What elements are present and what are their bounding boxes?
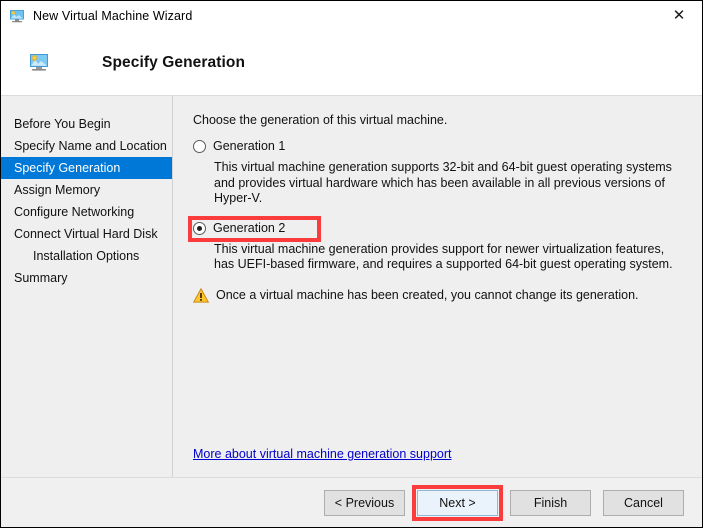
sidebar-item-assign-memory[interactable]: Assign Memory xyxy=(1,179,172,201)
next-button[interactable]: Next > xyxy=(417,490,498,516)
wizard-content-panel: Choose the generation of this virtual ma… xyxy=(173,96,702,477)
generation-2-option: Generation 2 This virtual machine genera… xyxy=(193,220,702,273)
sidebar-item-summary[interactable]: Summary xyxy=(1,267,172,289)
virtual-machine-icon xyxy=(9,8,25,24)
sidebar-item-specify-generation[interactable]: Specify Generation xyxy=(1,157,172,179)
previous-button[interactable]: < Previous xyxy=(324,490,405,516)
generation-2-description: This virtual machine generation provides… xyxy=(214,242,684,273)
window-title: New Virtual Machine Wizard xyxy=(33,9,192,23)
radio-generation-1[interactable] xyxy=(193,140,206,153)
title-bar: New Virtual Machine Wizard ✕ xyxy=(1,1,702,30)
warning-text: Once a virtual machine has been created,… xyxy=(216,287,639,303)
generation-2-radio-row[interactable]: Generation 2 xyxy=(193,220,702,239)
wizard-body: Before You Begin Specify Name and Locati… xyxy=(1,96,702,477)
sidebar-item-connect-virtual-hard-disk[interactable]: Connect Virtual Hard Disk xyxy=(1,223,172,245)
generation-1-radio-row[interactable]: Generation 1 xyxy=(193,138,702,157)
next-button-label: Next > xyxy=(439,496,475,510)
more-about-generation-link[interactable]: More about virtual machine generation su… xyxy=(193,447,451,461)
wizard-button-bar: < Previous Next > Finish Cancel xyxy=(1,477,702,527)
warning-triangle-icon xyxy=(193,288,209,303)
page-title: Specify Generation xyxy=(102,54,245,72)
page-header: Specify Generation xyxy=(1,30,702,96)
cancel-button[interactable]: Cancel xyxy=(603,490,684,516)
virtual-machine-icon xyxy=(28,53,50,73)
generation-1-description: This virtual machine generation supports… xyxy=(214,160,684,207)
generation-1-label: Generation 1 xyxy=(213,138,285,154)
radio-generation-2[interactable] xyxy=(193,222,206,235)
finish-button[interactable]: Finish xyxy=(510,490,591,516)
wizard-step-list: Before You Begin Specify Name and Locati… xyxy=(1,96,173,477)
close-icon[interactable]: ✕ xyxy=(656,1,702,29)
sidebar-item-configure-networking[interactable]: Configure Networking xyxy=(1,201,172,223)
generation-warning: Once a virtual machine has been created,… xyxy=(193,287,702,303)
sidebar-item-before-you-begin[interactable]: Before You Begin xyxy=(1,113,172,135)
generation-1-option: Generation 1 This virtual machine genera… xyxy=(193,138,702,207)
new-virtual-machine-wizard-window: New Virtual Machine Wizard ✕ Specify Gen… xyxy=(0,0,703,528)
sidebar-item-specify-name-and-location[interactable]: Specify Name and Location xyxy=(1,135,172,157)
sidebar-item-installation-options[interactable]: Installation Options xyxy=(1,245,172,267)
instruction-text: Choose the generation of this virtual ma… xyxy=(193,113,702,127)
generation-2-label: Generation 2 xyxy=(213,220,285,236)
